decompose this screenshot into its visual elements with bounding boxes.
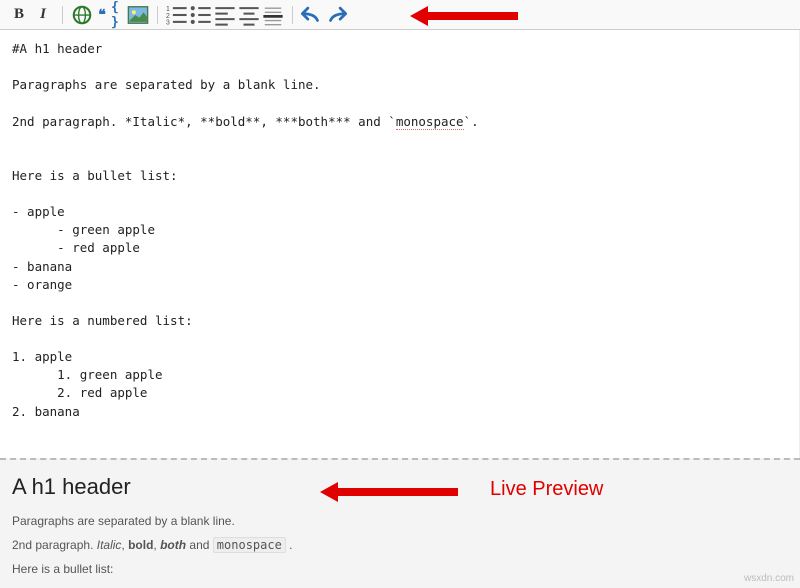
link-button[interactable] <box>71 4 93 26</box>
redo-button[interactable] <box>325 4 347 26</box>
editor-monospace: monospace <box>396 114 464 130</box>
code-button[interactable]: { } <box>111 8 125 22</box>
align-left-icon <box>214 4 236 26</box>
hr-icon <box>262 4 284 26</box>
svg-text:3: 3 <box>166 19 170 25</box>
quote-icon: ❝ <box>98 6 106 23</box>
markdown-editor[interactable]: #A h1 header Paragraphs are separated by… <box>0 30 800 458</box>
editor-line: 1. apple <box>12 349 72 364</box>
live-preview-panel: A h1 header Paragraphs are separated by … <box>0 458 800 588</box>
editor-line: `. <box>464 114 479 129</box>
editor-line: 2. red apple <box>12 385 147 400</box>
editor-line: - apple <box>12 204 65 219</box>
ul-icon <box>190 4 212 26</box>
editor-line: 2nd paragraph. *Italic*, **bold**, ***bo… <box>12 114 396 129</box>
preview-text: and <box>186 538 213 552</box>
preview-text: . <box>286 538 293 552</box>
image-button[interactable] <box>127 4 149 26</box>
image-icon <box>127 4 149 26</box>
preview-paragraph: Paragraphs are separated by a blank line… <box>12 514 788 528</box>
bold-button[interactable]: B <box>8 4 30 26</box>
editor-line: 1. green apple <box>12 367 163 382</box>
preview-bold-italic: both <box>160 538 186 552</box>
redo-icon <box>325 4 347 26</box>
editor-toolbar: B I ❝ { } 123 <box>0 0 800 30</box>
separator <box>157 6 158 24</box>
editor-line: Here is a numbered list: <box>12 313 193 328</box>
editor-line: Paragraphs are separated by a blank line… <box>12 77 321 92</box>
preview-paragraph: Here is a bullet list: <box>12 562 788 576</box>
undo-icon <box>301 4 323 26</box>
ol-icon: 123 <box>166 4 188 26</box>
editor-line: - red apple <box>12 240 140 255</box>
align-center-icon <box>238 4 260 26</box>
unordered-list-button[interactable] <box>190 4 212 26</box>
watermark: wsxdn.com <box>744 573 794 584</box>
editor-line: - green apple <box>12 222 155 237</box>
separator <box>62 6 63 24</box>
align-center-button[interactable] <box>238 4 260 26</box>
editor-line: #A h1 header <box>12 41 102 56</box>
align-left-button[interactable] <box>214 4 236 26</box>
separator <box>292 6 293 24</box>
editor-line: Here is a bullet list: <box>12 168 178 183</box>
editor-line: - banana <box>12 259 72 274</box>
quote-button[interactable]: ❝ <box>95 8 109 22</box>
preview-monospace: monospace <box>213 537 286 553</box>
editor-line: 2. banana <box>12 404 80 419</box>
italic-button[interactable]: I <box>32 4 54 26</box>
preview-bold: bold <box>128 538 153 552</box>
code-icon: { } <box>111 0 125 30</box>
globe-icon <box>71 4 93 26</box>
preview-text: 2nd paragraph. <box>12 538 97 552</box>
undo-button[interactable] <box>301 4 323 26</box>
horizontal-rule-button[interactable] <box>262 4 284 26</box>
editor-line: - orange <box>12 277 72 292</box>
preview-italic: Italic <box>97 538 122 552</box>
preview-paragraph: 2nd paragraph. Italic, bold, both and mo… <box>12 538 788 552</box>
preview-h1: A h1 header <box>12 474 788 500</box>
ordered-list-button[interactable]: 123 <box>166 4 188 26</box>
